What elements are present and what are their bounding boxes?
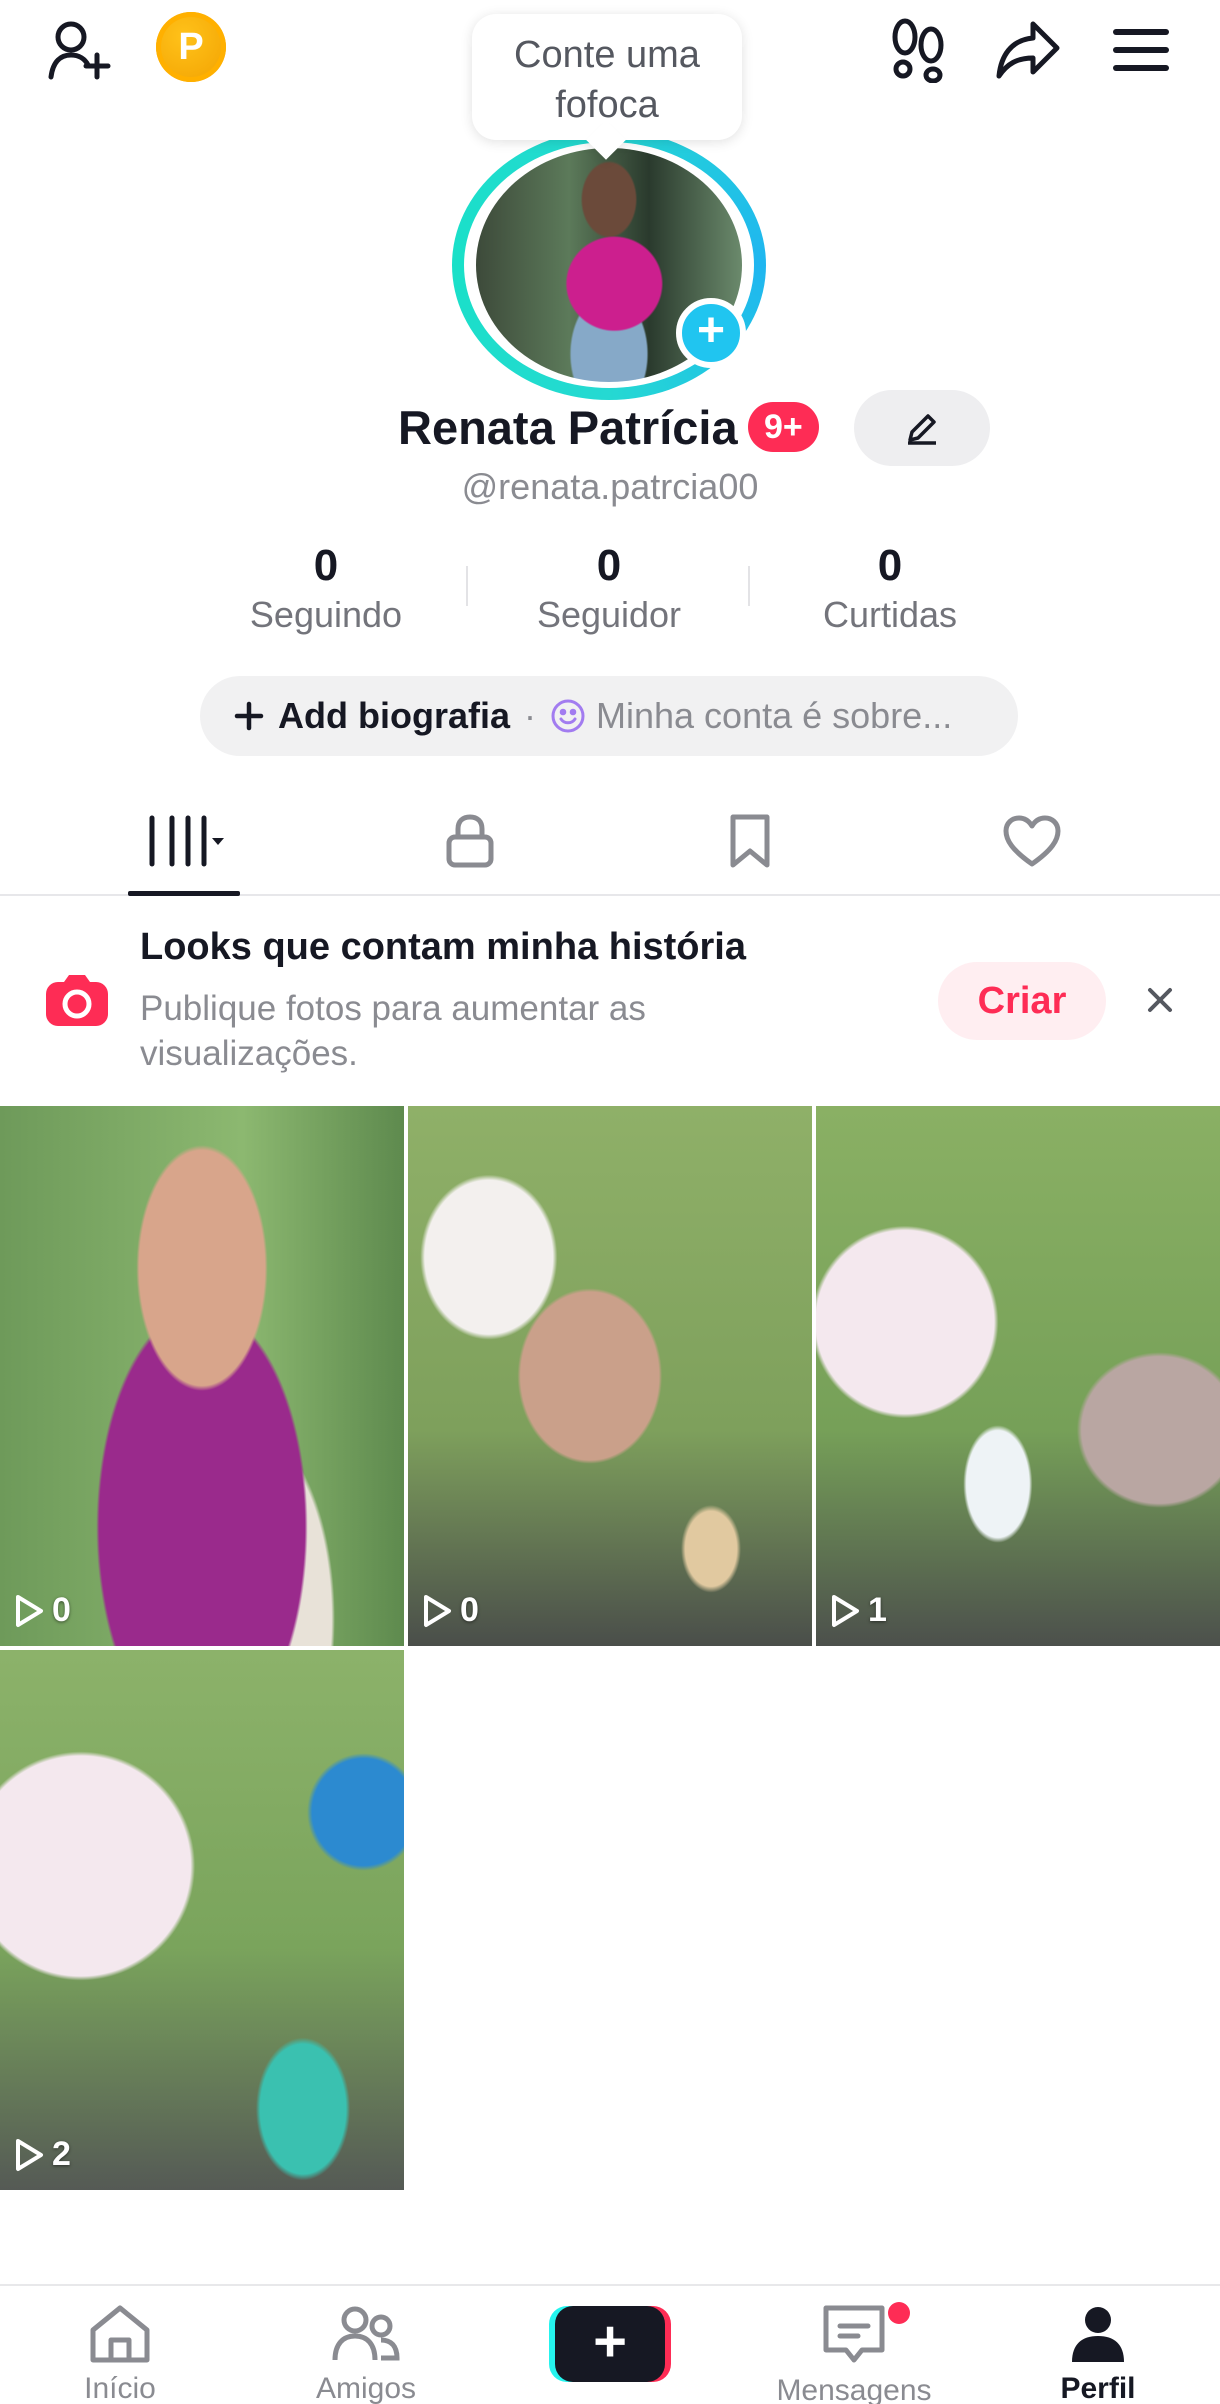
tab-saved[interactable]: [700, 806, 800, 876]
nav-friends[interactable]: Amigos: [266, 2304, 466, 2404]
banner-title: Looks que contam minha história: [140, 926, 746, 968]
add-story-button[interactable]: +: [676, 298, 746, 368]
tab-private[interactable]: [420, 806, 520, 876]
nav-home[interactable]: Início: [20, 2304, 220, 2404]
nav-messages-label: Mensagens: [776, 2374, 932, 2404]
nav-profile-label: Perfil: [1060, 2372, 1136, 2404]
stat-followers[interactable]: 0 Seguidor: [469, 540, 749, 638]
profile-icon: [1072, 2307, 1124, 2362]
stat-followers-value: 0: [596, 541, 622, 590]
bio-separator: ·: [524, 695, 536, 736]
view-count: 0: [422, 1591, 479, 1630]
notification-badge[interactable]: 9+: [748, 402, 819, 452]
nav-friends-label: Amigos: [315, 2372, 417, 2404]
story-tooltip[interactable]: Conte uma fofoca: [472, 14, 742, 140]
stat-likes-label: Curtidas: [822, 594, 958, 635]
coins-icon[interactable]: P: [156, 12, 226, 82]
create-button[interactable]: Criar: [938, 962, 1106, 1040]
inbox-icon: [823, 2305, 885, 2363]
nav-messages[interactable]: Mensagens: [754, 2304, 954, 2404]
video-thumbnail[interactable]: 2: [0, 1650, 404, 2190]
stat-likes[interactable]: 0 Curtidas: [750, 540, 1030, 638]
nav-home-label: Início: [84, 2372, 156, 2404]
share-icon[interactable]: [986, 8, 1070, 92]
play-icon: [16, 1594, 43, 1627]
edit-profile-button[interactable]: [854, 390, 990, 466]
nav-profile[interactable]: Perfil: [998, 2304, 1198, 2404]
stat-following[interactable]: 0 Seguindo: [186, 540, 466, 638]
add-bio-button[interactable]: Add biografia · Minha conta é sobre...: [200, 676, 1018, 756]
close-icon[interactable]: [1138, 978, 1182, 1022]
heart-icon: [1003, 815, 1061, 867]
tab-videos[interactable]: [128, 806, 240, 876]
messages-notification-dot: [888, 2302, 910, 2324]
lock-icon: [446, 814, 494, 868]
menu-icon[interactable]: [1100, 10, 1182, 90]
home-icon: [90, 2305, 150, 2363]
add-friend-icon[interactable]: [40, 10, 120, 90]
stat-likes-value: 0: [877, 541, 903, 590]
banner-subtitle: Publique fotos para aumentar as visualiz…: [140, 989, 646, 1073]
stat-divider: [466, 566, 468, 606]
pencil-icon: [908, 414, 936, 445]
smiley-icon: [551, 699, 585, 733]
footprints-icon[interactable]: [878, 8, 958, 92]
profile-name-row: Renata Patrícia 9+: [0, 390, 1220, 466]
friends-icon: [332, 2306, 400, 2361]
video-thumbnail[interactable]: 0: [408, 1106, 812, 1646]
profile-stats: 0 Seguindo 0 Seguidor 0 Curtidas: [0, 540, 1220, 640]
bookmark-icon: [730, 814, 770, 868]
camera-icon: [44, 972, 110, 1033]
create-plus-icon: +: [555, 2306, 665, 2382]
play-icon: [16, 2138, 43, 2171]
play-icon: [832, 1594, 859, 1627]
stat-followers-label: Seguidor: [536, 594, 682, 635]
video-thumbnail[interactable]: 1: [816, 1106, 1220, 1646]
tab-active-indicator: [128, 891, 240, 896]
view-count: 2: [14, 2135, 71, 2174]
create-video-button[interactable]: +: [549, 2306, 671, 2382]
add-bio-label: Add biografia: [278, 695, 510, 736]
video-thumbnail[interactable]: 0: [0, 1106, 404, 1646]
bio-placeholder: Minha conta é sobre...: [596, 695, 953, 736]
plus-icon: [234, 701, 264, 731]
profile-handle: @renata.patrcia00: [461, 466, 759, 507]
view-count: 1: [830, 1591, 887, 1630]
view-count: 0: [14, 1591, 71, 1630]
play-icon: [424, 1594, 451, 1627]
looks-banner: Looks que contam minha história Publique…: [0, 900, 1220, 1100]
profile-name: Renata Patrícia: [398, 401, 738, 454]
bottom-nav: Início Amigos + Mensagens Perfil: [0, 2284, 1220, 2404]
stat-following-value: 0: [313, 541, 339, 590]
content-tabs: [0, 786, 1220, 896]
tab-liked[interactable]: [982, 806, 1082, 876]
stat-following-label: Seguindo: [249, 594, 403, 635]
video-grid-icon: [149, 815, 224, 867]
